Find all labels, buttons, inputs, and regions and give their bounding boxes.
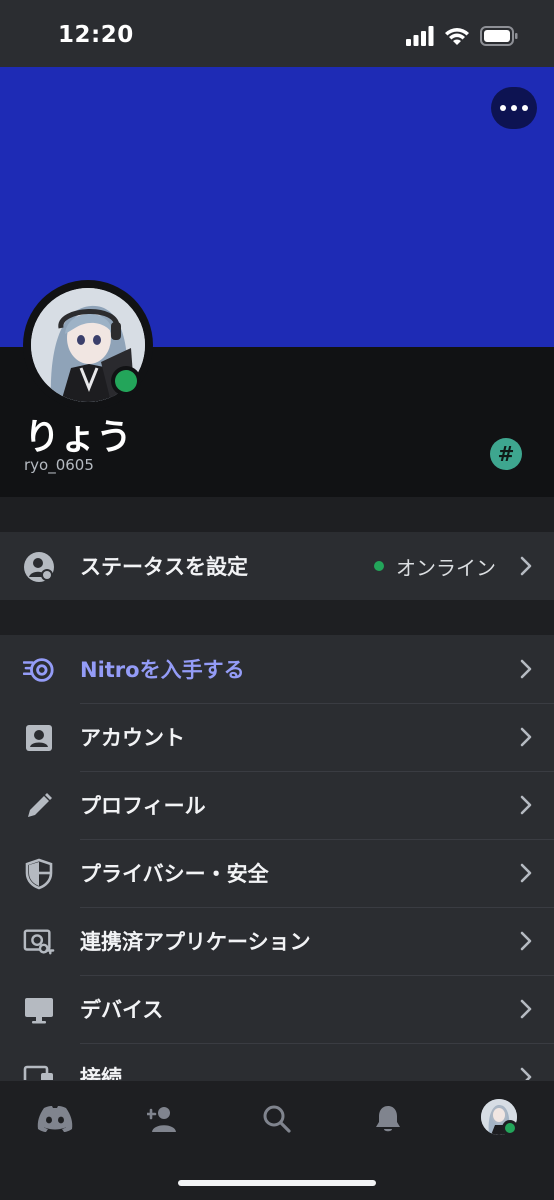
settings-item-label: Nitroを入手する — [80, 658, 245, 682]
tab-online-status-indicator — [502, 1120, 518, 1136]
connections-icon — [23, 1062, 55, 1080]
account-icon — [23, 722, 55, 754]
section-gap — [0, 600, 554, 635]
authorized-apps-icon — [23, 926, 55, 958]
status-bar: 12:20 — [0, 0, 554, 67]
discord-home-icon — [37, 1106, 73, 1132]
more-dot-icon — [511, 105, 517, 111]
search-icon — [263, 1105, 291, 1133]
settings-item-label: 連携済アプリケーション — [80, 930, 311, 954]
status-section: ステータスを設定 オンライン — [0, 532, 554, 600]
settings-item-label: プライバシー・安全 — [80, 862, 269, 886]
more-options-button[interactable] — [491, 87, 537, 129]
current-status-text: オンライン — [396, 555, 496, 580]
tab-search[interactable] — [257, 1099, 297, 1139]
current-status: オンライン — [374, 552, 496, 581]
display-name: りょう — [24, 417, 133, 458]
chevron-right-icon — [520, 795, 532, 815]
hashtag-badge-icon[interactable]: # — [490, 438, 522, 470]
settings-item-account[interactable]: アカウント — [0, 703, 554, 771]
pencil-icon — [23, 790, 55, 822]
settings-item-authorized-apps[interactable]: 連携済アプリケーション — [0, 907, 554, 975]
settings-item-label: 接続 — [80, 1066, 122, 1080]
chevron-right-icon — [520, 1067, 532, 1080]
chevron-right-icon — [520, 999, 532, 1019]
tab-home[interactable] — [35, 1099, 75, 1139]
chevron-right-icon — [520, 727, 532, 747]
section-gap — [0, 497, 554, 532]
status-time: 12:20 — [58, 22, 134, 48]
settings-item-label: デバイス — [80, 998, 164, 1022]
set-status-row[interactable]: ステータスを設定 オンライン — [0, 532, 554, 600]
settings-item-connections[interactable]: 接続 — [0, 1043, 554, 1080]
status-icons — [406, 24, 518, 48]
wifi-icon — [445, 28, 469, 45]
settings-item-label: アカウント — [80, 726, 185, 750]
nitro-icon — [23, 654, 55, 686]
settings-item-profile[interactable]: プロフィール — [0, 771, 554, 839]
settings-item-devices[interactable]: デバイス — [0, 975, 554, 1043]
chevron-right-icon — [520, 931, 532, 951]
bell-icon — [376, 1106, 400, 1132]
username: ryo_0605 — [24, 456, 94, 474]
monitor-icon — [23, 994, 55, 1026]
online-dot-icon — [374, 561, 384, 571]
status-person-icon — [23, 551, 55, 583]
chevron-right-icon — [520, 556, 532, 576]
chevron-right-icon — [520, 659, 532, 679]
battery-icon — [480, 26, 518, 46]
settings-item-label: プロフィール — [80, 794, 206, 818]
online-status-indicator — [111, 366, 141, 396]
set-status-label: ステータスを設定 — [80, 555, 248, 579]
chevron-right-icon — [520, 863, 532, 883]
settings-item-nitro[interactable]: Nitroを入手する — [0, 635, 554, 703]
home-indicator — [178, 1180, 376, 1186]
shield-icon — [23, 858, 55, 890]
tab-notifications[interactable] — [368, 1099, 408, 1139]
cellular-signal-icon — [406, 26, 434, 46]
settings-item-privacy[interactable]: プライバシー・安全 — [0, 839, 554, 907]
more-dot-icon — [522, 105, 528, 111]
tab-friends[interactable] — [144, 1099, 184, 1139]
friends-icon — [147, 1107, 176, 1132]
more-dot-icon — [500, 105, 506, 111]
settings-section: Nitroを入手する アカウント プロフィール プライバシー・安全 連携済アプリ… — [0, 635, 554, 1080]
